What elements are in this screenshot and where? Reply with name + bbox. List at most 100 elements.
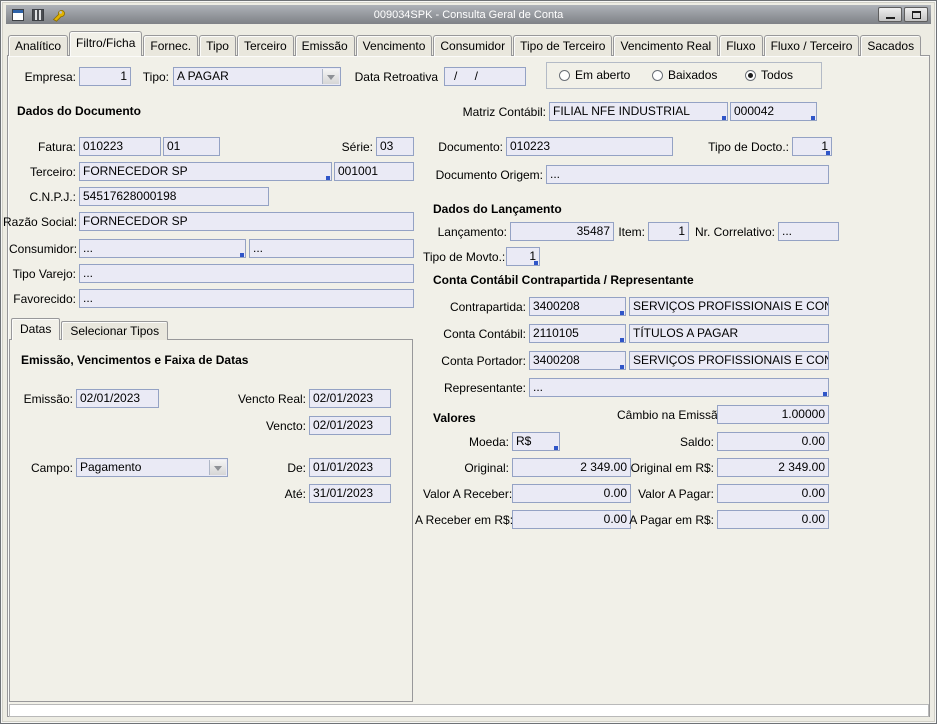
valor-a-pagar-field[interactable]: 0.00 [717,484,829,503]
window-title: 009034SPK - Consulta Geral de Conta [6,9,931,21]
tab-fornec[interactable]: Fornec. [143,35,198,56]
original-label: Original: [457,461,509,475]
tab-tipo[interactable]: Tipo [199,35,236,56]
emissao-field[interactable]: 02/01/2023 [76,389,159,408]
subtab-datas[interactable]: Datas [11,318,60,340]
a-receber-rs-label: A Receber em R$: [415,513,509,527]
valor-a-receber-field[interactable]: 0.00 [512,484,631,503]
tipo-varejo-label: Tipo Varejo: [11,267,76,281]
fatura-field[interactable]: 010223 [79,137,161,156]
radio-baixados[interactable]: Baixados [652,68,717,82]
radio-em-aberto[interactable]: Em aberto [559,68,630,82]
consumidor-nome-field[interactable]: ... [249,239,414,258]
tab-vencimento-real[interactable]: Vencimento Real [613,35,718,56]
razao-social-label: Razão Social: [3,215,76,229]
representante-label: Representante: [439,381,526,395]
original-field[interactable]: 2 349.00 [512,458,631,477]
saldo-field[interactable]: 0.00 [717,432,829,451]
data-retroativa-field[interactable]: / / [444,67,526,86]
datas-tab-bar: Datas Selecionar Tipos [11,318,169,340]
terceiro-label: Terceiro: [24,165,76,179]
moeda-field[interactable]: R$ [512,432,560,451]
tab-vencimento[interactable]: Vencimento [356,35,433,56]
a-receber-rs-field[interactable]: 0.00 [512,510,631,529]
subtab-selecionar-tipos[interactable]: Selecionar Tipos [61,321,168,340]
contrapartida-descricao-field[interactable]: SERVIÇOS PROFISSIONAIS E CONTRA [629,297,829,316]
report-icon[interactable] [9,7,27,23]
maximize-button[interactable] [904,7,928,22]
tipo-label: Tipo: [137,70,169,84]
moeda-label: Moeda: [465,435,509,449]
matriz-contabil-codigo-field[interactable]: 000042 [730,102,817,121]
conta-portador-codigo-field[interactable]: 3400208 [529,351,626,370]
conta-contabil-codigo-field[interactable]: 2110105 [529,324,626,343]
original-rs-label: Original em R$: [629,461,714,475]
conta-contabil-label: Conta Contábil: [436,327,526,341]
tipo-select[interactable]: A PAGAR [173,67,341,86]
nr-correlativo-field[interactable]: ... [778,222,839,241]
consumidor-label: Consumidor: [9,242,76,256]
tab-consumidor[interactable]: Consumidor [433,35,512,56]
tab-filtro-ficha[interactable]: Filtro/Ficha [69,31,142,56]
cnpj-field[interactable]: 54517628000198 [79,187,269,206]
titlebar: 009034SPK - Consulta Geral de Conta [6,5,931,24]
vencto-label: Vencto: [257,419,306,433]
favorecido-field[interactable]: ... [79,289,414,308]
chevron-down-icon[interactable] [322,69,339,84]
tab-fluxo[interactable]: Fluxo [719,35,762,56]
tab-terceiro[interactable]: Terceiro [237,35,294,56]
valor-a-pagar-label: Valor A Pagar: [633,487,714,501]
tab-fluxo-terceiro[interactable]: Fluxo / Terceiro [764,35,860,56]
consumidor-codigo-field[interactable]: ... [79,239,246,258]
matriz-contabil-nome-field[interactable]: FILIAL NFE INDUSTRIAL [549,102,728,121]
minimize-icon [886,17,895,19]
representante-field[interactable]: ... [529,378,829,397]
matriz-contabil-label: Matriz Contábil: [456,105,546,119]
campo-select[interactable]: Pagamento [76,458,228,477]
datas-header: Emissão, Vencimentos e Faixa de Datas [21,353,248,367]
item-field[interactable]: 1 [648,222,689,241]
original-rs-field[interactable]: 2 349.00 [717,458,829,477]
serie-field[interactable]: 03 [376,137,414,156]
vencto-field[interactable]: 02/01/2023 [309,416,391,435]
application-window: 009034SPK - Consulta Geral de Conta Anal… [0,0,937,724]
radio-icon [652,70,663,81]
radio-selected-icon [745,70,756,81]
contrapartida-label: Contrapartida: [439,300,526,314]
terceiro-nome-field[interactable]: FORNECEDOR SP [79,162,332,181]
tipo-docto-field[interactable]: 1 [792,137,832,156]
nr-correlativo-label: Nr. Correlativo: [692,225,775,239]
wrench-icon-glyph [51,8,65,22]
fatura-parcela-field[interactable]: 01 [163,137,220,156]
columns-icon[interactable] [29,7,47,23]
fatura-label: Fatura: [34,140,76,154]
minimize-button[interactable] [878,7,902,22]
documento-origem-label: Documento Origem: [431,168,543,182]
vencto-real-field[interactable]: 02/01/2023 [309,389,391,408]
vencto-real-label: Vencto Real: [234,392,306,406]
cambio-label: Câmbio na Emissão [617,408,714,422]
documento-origem-field[interactable]: ... [546,165,829,184]
documento-field[interactable]: 010223 [506,137,673,156]
de-field[interactable]: 01/01/2023 [309,458,391,477]
razao-social-field[interactable]: FORNECEDOR SP [79,212,414,231]
conta-contabil-descricao-field[interactable]: TÍTULOS A PAGAR [629,324,829,343]
tab-emissao[interactable]: Emissão [295,35,355,56]
ate-field[interactable]: 31/01/2023 [309,484,391,503]
tipo-movto-field[interactable]: 1 [506,247,540,266]
tab-analitico[interactable]: Analítico [8,35,68,56]
chevron-down-icon[interactable] [209,460,226,475]
lancamento-field[interactable]: 35487 [510,222,614,241]
conta-portador-descricao-field[interactable]: SERVIÇOS PROFISSIONAIS E CONTRA [629,351,829,370]
radio-todos[interactable]: Todos [745,68,793,82]
terceiro-codigo-field[interactable]: 001001 [334,162,414,181]
contrapartida-codigo-field[interactable]: 3400208 [529,297,626,316]
wrench-icon[interactable] [49,7,67,23]
tipo-varejo-field[interactable]: ... [79,264,414,283]
campo-value: Pagamento [80,460,141,474]
tab-sacados[interactable]: Sacados [860,35,921,56]
empresa-field[interactable]: 1 [79,67,131,86]
cambio-field[interactable]: 1.00000 [717,405,829,424]
a-pagar-rs-field[interactable]: 0.00 [717,510,829,529]
tab-tipo-de-terceiro[interactable]: Tipo de Terceiro [513,35,612,56]
